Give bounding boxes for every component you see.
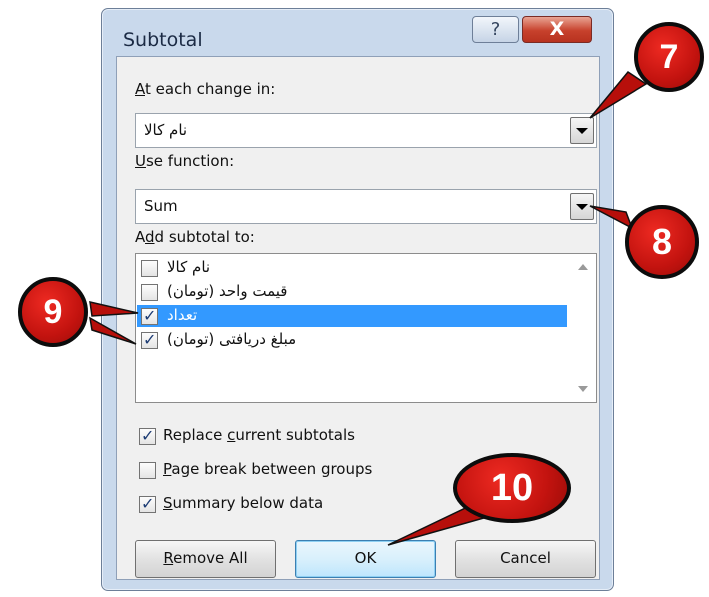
callout-badge-7: 7 [634,22,704,92]
callout-badge-10: 10 [453,453,571,523]
callout-badge-8: 8 [625,205,699,279]
arrow-9-lower [89,316,137,345]
callout-badge-9: 9 [18,277,88,347]
arrow-7 [589,71,648,119]
arrow-9-upper [89,301,139,317]
annotation-arrows [89,71,648,546]
arrow-8 [589,205,634,230]
